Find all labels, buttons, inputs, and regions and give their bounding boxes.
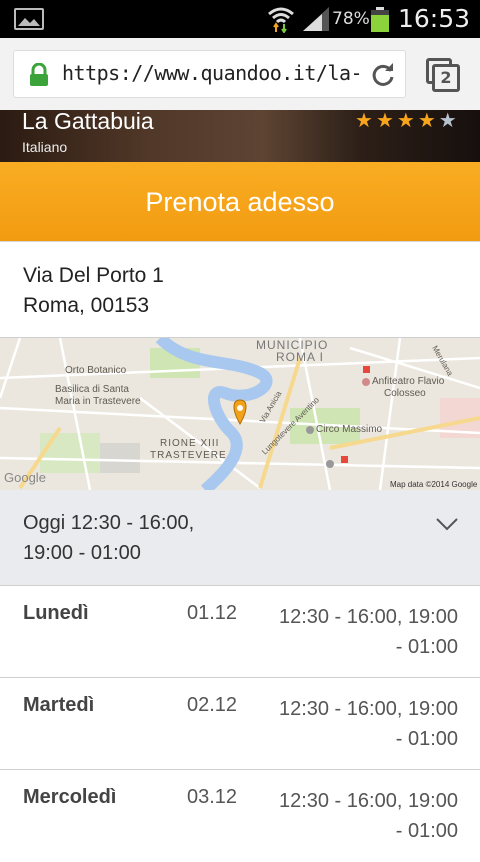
restaurant-header: La Gattabuia Italiano ★★★★★ xyxy=(0,110,480,162)
restaurant-cuisine: Italiano xyxy=(22,139,68,155)
star-icon: ★ xyxy=(438,110,460,132)
map-attribution: Map data ©2014 Google xyxy=(390,480,478,489)
map-label: Anfiteatro Flavio xyxy=(372,376,445,387)
tab-switcher-button[interactable]: 2 xyxy=(426,58,460,92)
hours-row: Mercoledì 03.12 12:30 - 16:00, 19:00 - 0… xyxy=(0,770,480,862)
star-icon: ★ xyxy=(355,110,376,132)
chevron-down-icon xyxy=(436,516,458,535)
address-city: Roma, 00153 xyxy=(23,294,150,317)
opening-hours-toggle[interactable]: Oggi 12:30 - 16:00, 19:00 - 01:00 xyxy=(0,490,480,586)
map-label: ROMA I xyxy=(276,350,325,364)
gallery-notification-icon xyxy=(14,8,44,30)
day-name: Lunedì xyxy=(23,602,89,624)
day-hours-line2: - 01:00 xyxy=(395,728,458,750)
wifi-icon xyxy=(266,5,296,37)
day-hours-line2: - 01:00 xyxy=(395,820,458,842)
today-hours-line2: 19:00 - 01:00 xyxy=(23,542,141,564)
url-text[interactable]: https://www.quandoo.it/la-ga xyxy=(62,61,362,85)
restaurant-name: La Gattabuia xyxy=(22,110,154,134)
map-label: Colosseo xyxy=(384,388,426,399)
day-date: 03.12 xyxy=(187,786,238,808)
rating-stars: ★★★★★ xyxy=(355,110,460,131)
map-label: Circo Massimo xyxy=(316,424,383,435)
lock-icon xyxy=(28,62,50,91)
metro-marker xyxy=(363,366,370,373)
map-label: Maria in Trastevere xyxy=(55,396,141,407)
hours-row: Lunedì 01.12 12:30 - 16:00, 19:00 - 01:0… xyxy=(0,586,480,678)
map-label: Basilica di Santa xyxy=(55,384,129,395)
day-hours-line1: 12:30 - 16:00, 19:00 xyxy=(278,698,458,720)
day-hours-line2: - 01:00 xyxy=(395,636,458,658)
park xyxy=(40,433,100,473)
hours-row: Martedì 02.12 12:30 - 16:00, 19:00 - 01:… xyxy=(0,678,480,770)
map-label: Orto Botanico xyxy=(65,365,127,376)
day-name: Mercoledì xyxy=(23,786,117,808)
map-graphic xyxy=(0,338,480,490)
browser-toolbar: https://www.quandoo.it/la-ga 2 xyxy=(0,38,480,110)
area xyxy=(100,443,140,473)
battery-percentage: 78% xyxy=(332,9,370,29)
address-bar[interactable]: https://www.quandoo.it/la-ga xyxy=(13,50,406,98)
day-hours: 12:30 - 16:00, 19:00 - 01:00 xyxy=(262,694,458,754)
day-hours-line1: 12:30 - 16:00, 19:00 xyxy=(278,606,458,628)
metro-marker xyxy=(341,456,348,463)
signal-icon xyxy=(302,6,330,36)
address-street: Via Del Porto 1 xyxy=(23,264,164,287)
day-date: 02.12 xyxy=(187,694,238,716)
map-label: RIONE XIII xyxy=(160,438,220,449)
today-hours-line1: Oggi 12:30 - 16:00, xyxy=(23,512,195,534)
map-label: TRASTEVERE xyxy=(150,450,227,461)
day-name: Martedì xyxy=(23,694,95,716)
day-hours-line1: 12:30 - 16:00, 19:00 xyxy=(278,790,458,812)
google-logo: Google xyxy=(4,470,46,485)
book-now-button[interactable]: Prenota adesso xyxy=(0,162,480,242)
battery-icon xyxy=(370,7,390,32)
star-icon: ★ xyxy=(396,110,418,132)
clock: 16:53 xyxy=(398,4,471,33)
star-icon: ★ xyxy=(375,110,397,132)
map-view[interactable]: MUNICIPIO ROMA I Orto Botanico Basilica … xyxy=(0,338,480,490)
reload-icon[interactable] xyxy=(370,62,396,92)
tab-count: 2 xyxy=(432,64,460,92)
day-hours: 12:30 - 16:00, 19:00 - 01:00 xyxy=(262,786,458,846)
address-block: Via Del Porto 1 Roma, 00153 xyxy=(0,242,480,338)
status-bar: 78% 16:53 xyxy=(0,0,480,38)
star-icon: ★ xyxy=(417,110,439,132)
day-hours: 12:30 - 16:00, 19:00 - 01:00 xyxy=(262,602,458,662)
day-date: 01.12 xyxy=(187,602,238,624)
